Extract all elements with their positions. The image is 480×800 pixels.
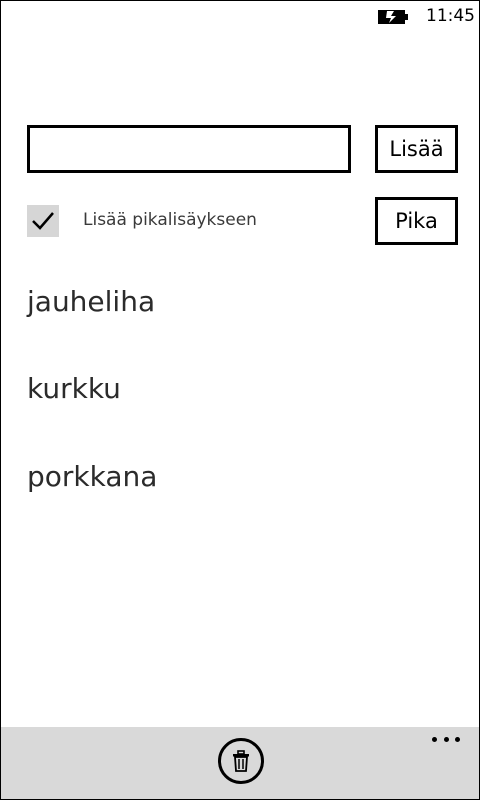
ellipsis-icon — [443, 736, 449, 742]
more-button[interactable] — [426, 727, 466, 751]
app-bar — [1, 727, 479, 799]
list-item[interactable]: jauheliha — [27, 285, 155, 318]
checkmark-icon — [32, 212, 54, 230]
add-button[interactable]: Lisää — [375, 125, 458, 173]
quick-button[interactable]: Pika — [375, 197, 458, 245]
delete-button[interactable] — [218, 738, 264, 784]
quick-add-checkbox-label[interactable]: Lisää pikalisäykseen — [83, 210, 257, 230]
item-text-input[interactable] — [27, 125, 351, 173]
ellipsis-icon — [455, 736, 460, 742]
quick-add-checkbox[interactable] — [27, 205, 59, 237]
battery-charging-icon — [378, 9, 408, 25]
status-clock: 11:45 — [426, 6, 475, 26]
list-item[interactable]: kurkku — [27, 372, 121, 405]
trash-icon — [233, 750, 249, 772]
status-bar: 11:45 — [0, 0, 480, 32]
ellipsis-icon — [432, 736, 437, 742]
list-item[interactable]: porkkana — [27, 460, 157, 493]
